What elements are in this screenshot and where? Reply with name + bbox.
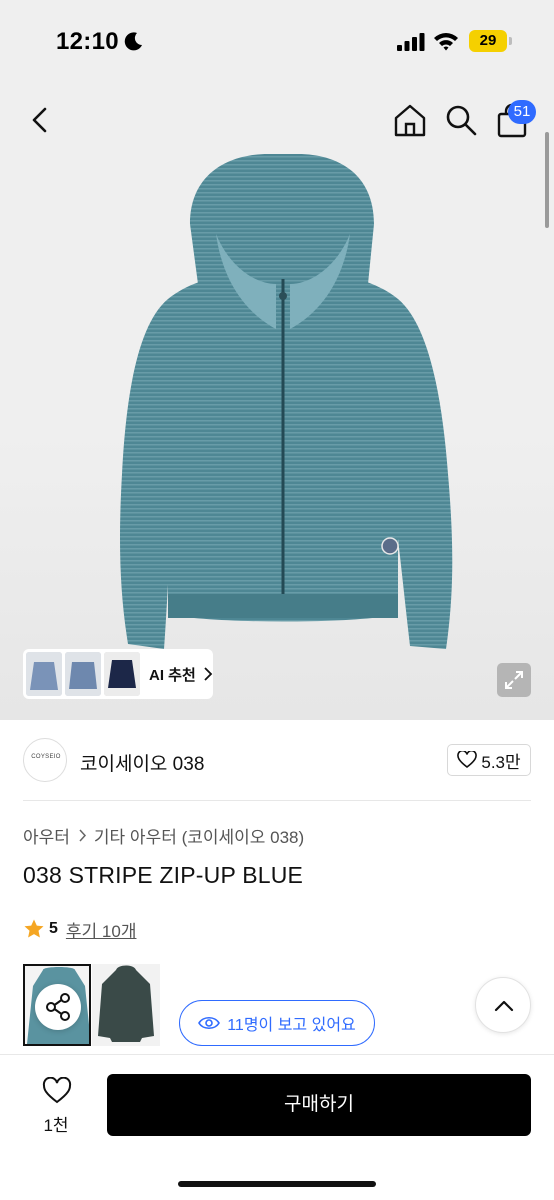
search-icon[interactable] — [444, 103, 478, 137]
star-icon — [24, 919, 44, 938]
brand-logo[interactable]: COYSEIO — [23, 738, 67, 782]
buy-button[interactable]: 구매하기 — [107, 1074, 531, 1136]
scroll-indicator — [545, 132, 549, 228]
home-indicator — [178, 1181, 376, 1187]
brand-like-button[interactable]: 5.3만 — [447, 744, 531, 776]
product-title: 038 STRIPE ZIP-UP BLUE — [23, 862, 304, 888]
color-option-blue[interactable] — [23, 964, 91, 1046]
status-bar: 12:10 29 — [0, 0, 554, 86]
wishlist-button[interactable]: 1천 — [32, 1077, 80, 1137]
cellular-signal-icon — [397, 33, 425, 51]
share-icon — [46, 993, 70, 1021]
brand-name[interactable]: 코이세이오 038 — [80, 749, 204, 776]
battery-cap — [509, 37, 512, 45]
review-link[interactable]: 후기 10개 — [66, 917, 137, 942]
home-icon[interactable] — [392, 102, 428, 138]
battery-indicator: 29 — [469, 30, 507, 52]
ai-thumb-2[interactable] — [65, 652, 101, 696]
color-option-charcoal[interactable] — [92, 964, 160, 1046]
viewers-text: 11명이 보고 있어요 — [227, 1017, 356, 1034]
brand-row: COYSEIO 코이세이오 038 5.3만 — [0, 720, 554, 800]
breadcrumb-subcategory[interactable]: 기타 아우터 (코이세이오 038) — [94, 823, 304, 848]
eye-icon — [198, 1016, 221, 1030]
wishlist-count: 1천 — [43, 1116, 69, 1135]
chevron-up-icon — [494, 1000, 514, 1012]
chevron-right-icon — [204, 667, 213, 681]
chevron-right-icon — [79, 828, 86, 842]
brand-like-count: 5.3만 — [481, 752, 521, 772]
ai-recommend-label: AI 추천 — [149, 666, 196, 684]
moon-icon — [124, 32, 142, 51]
brand-logo-text: COYSEIO — [31, 754, 61, 760]
product-rating: 5 후기 10개 — [23, 917, 136, 941]
back-arrow-icon[interactable] — [24, 104, 56, 136]
ai-thumb-3[interactable] — [104, 652, 140, 696]
battery-level: 29 — [479, 32, 497, 49]
heart-outline-icon — [42, 1077, 72, 1104]
bottom-action-bar: 1천 구매하기 — [0, 1054, 554, 1200]
viewers-count-pill: 11명이 보고 있어요 — [179, 1000, 375, 1046]
product-image-gallery[interactable]: AI 추천 — [0, 86, 554, 720]
status-time: 12:10 — [56, 28, 119, 55]
section-divider — [23, 800, 531, 801]
scroll-top-button[interactable] — [475, 977, 531, 1033]
ai-thumb-1[interactable] — [26, 652, 62, 696]
heart-outline-icon — [457, 751, 478, 769]
breadcrumb: 아우터 기타 아우터 (코이세이오 038) — [23, 823, 304, 848]
rating-score: 5 — [49, 920, 58, 937]
expand-icon — [505, 671, 523, 689]
ai-recommendation-strip[interactable]: AI 추천 — [23, 649, 213, 699]
product-photo — [120, 154, 453, 649]
expand-image-button[interactable] — [497, 663, 531, 697]
cart-count-badge: 51 — [508, 100, 536, 124]
share-button[interactable] — [35, 984, 81, 1030]
wifi-icon — [434, 33, 458, 51]
charcoal-hoodie-thumbnail — [92, 964, 160, 1046]
breadcrumb-category[interactable]: 아우터 — [23, 823, 70, 848]
